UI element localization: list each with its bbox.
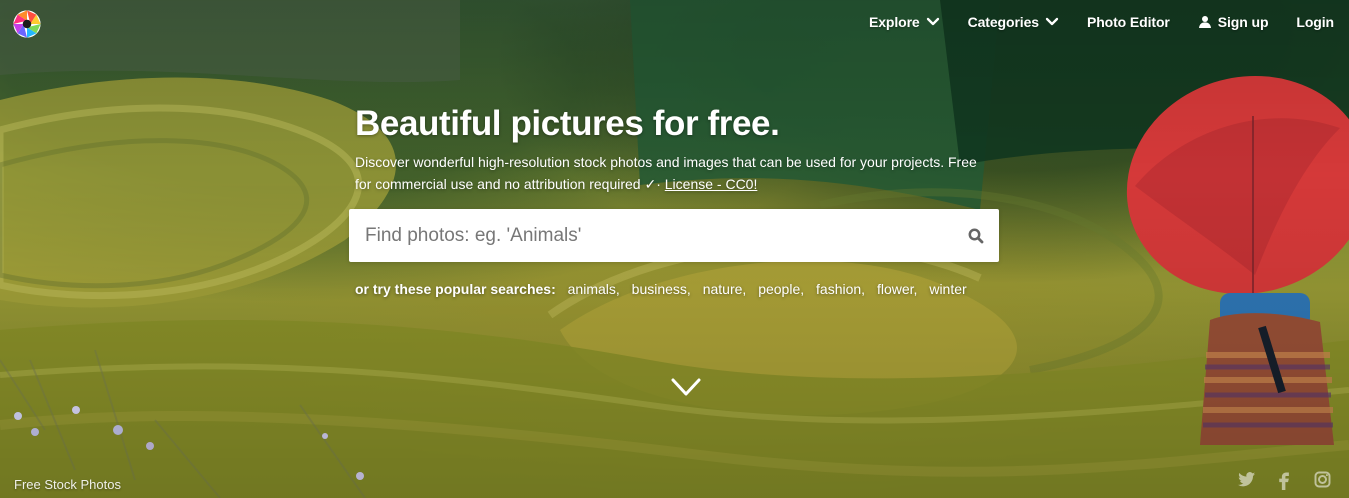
popular-searches: or try these popular searches: animals, … (355, 280, 975, 298)
hero-description: Discover wonderful high-resolution stock… (355, 151, 995, 195)
social-links (1236, 469, 1333, 490)
popular-search-nature[interactable]: nature, (703, 281, 747, 297)
popular-searches-label: or try these popular searches: (355, 281, 556, 297)
user-icon (1198, 16, 1211, 28)
popular-search-animals[interactable]: animals, (568, 281, 620, 297)
camera-aperture-icon[interactable] (10, 7, 44, 41)
photo-editor-label: Photo Editor (1086, 14, 1170, 30)
top-navigation: Explore Categories Photo Editor Sign up … (0, 0, 1349, 48)
page-title: Beautiful pictures for free. (355, 104, 780, 143)
footer-brand: Free Stock Photos (14, 477, 121, 492)
search-form (349, 209, 999, 262)
explore-label: Explore (868, 14, 920, 30)
chevron-down-icon (926, 17, 939, 26)
chevron-down-icon (1045, 17, 1059, 26)
search-icon[interactable] (968, 228, 984, 244)
login-link[interactable]: Login (1296, 14, 1334, 30)
main-nav: Explore Categories Photo Editor Sign up … (869, 14, 1334, 30)
popular-search-winter[interactable]: winter (929, 281, 966, 297)
categories-label: Categories (967, 14, 1039, 30)
popular-search-fashion[interactable]: fashion, (816, 281, 865, 297)
categories-menu[interactable]: Categories (968, 14, 1059, 30)
sign-up-label: Sign up (1217, 14, 1269, 30)
popular-search-flower[interactable]: flower, (877, 281, 917, 297)
login-label: Login (1296, 14, 1334, 30)
instagram-icon[interactable] (1312, 469, 1333, 490)
chevron-down-icon[interactable] (670, 373, 702, 401)
search-input[interactable] (349, 209, 949, 262)
popular-search-people[interactable]: people, (758, 281, 804, 297)
photo-editor-link[interactable]: Photo Editor (1087, 14, 1170, 30)
sign-up-link[interactable]: Sign up (1198, 14, 1269, 30)
hero-copy: Beautiful pictures for free. Discover wo… (355, 103, 1001, 195)
facebook-icon[interactable] (1274, 469, 1295, 490)
twitter-icon[interactable] (1236, 469, 1257, 490)
popular-search-business[interactable]: business, (632, 281, 691, 297)
license-link[interactable]: License - CC0! (665, 176, 758, 192)
explore-menu[interactable]: Explore (869, 14, 940, 30)
hero-section: Explore Categories Photo Editor Sign up … (0, 0, 1349, 498)
